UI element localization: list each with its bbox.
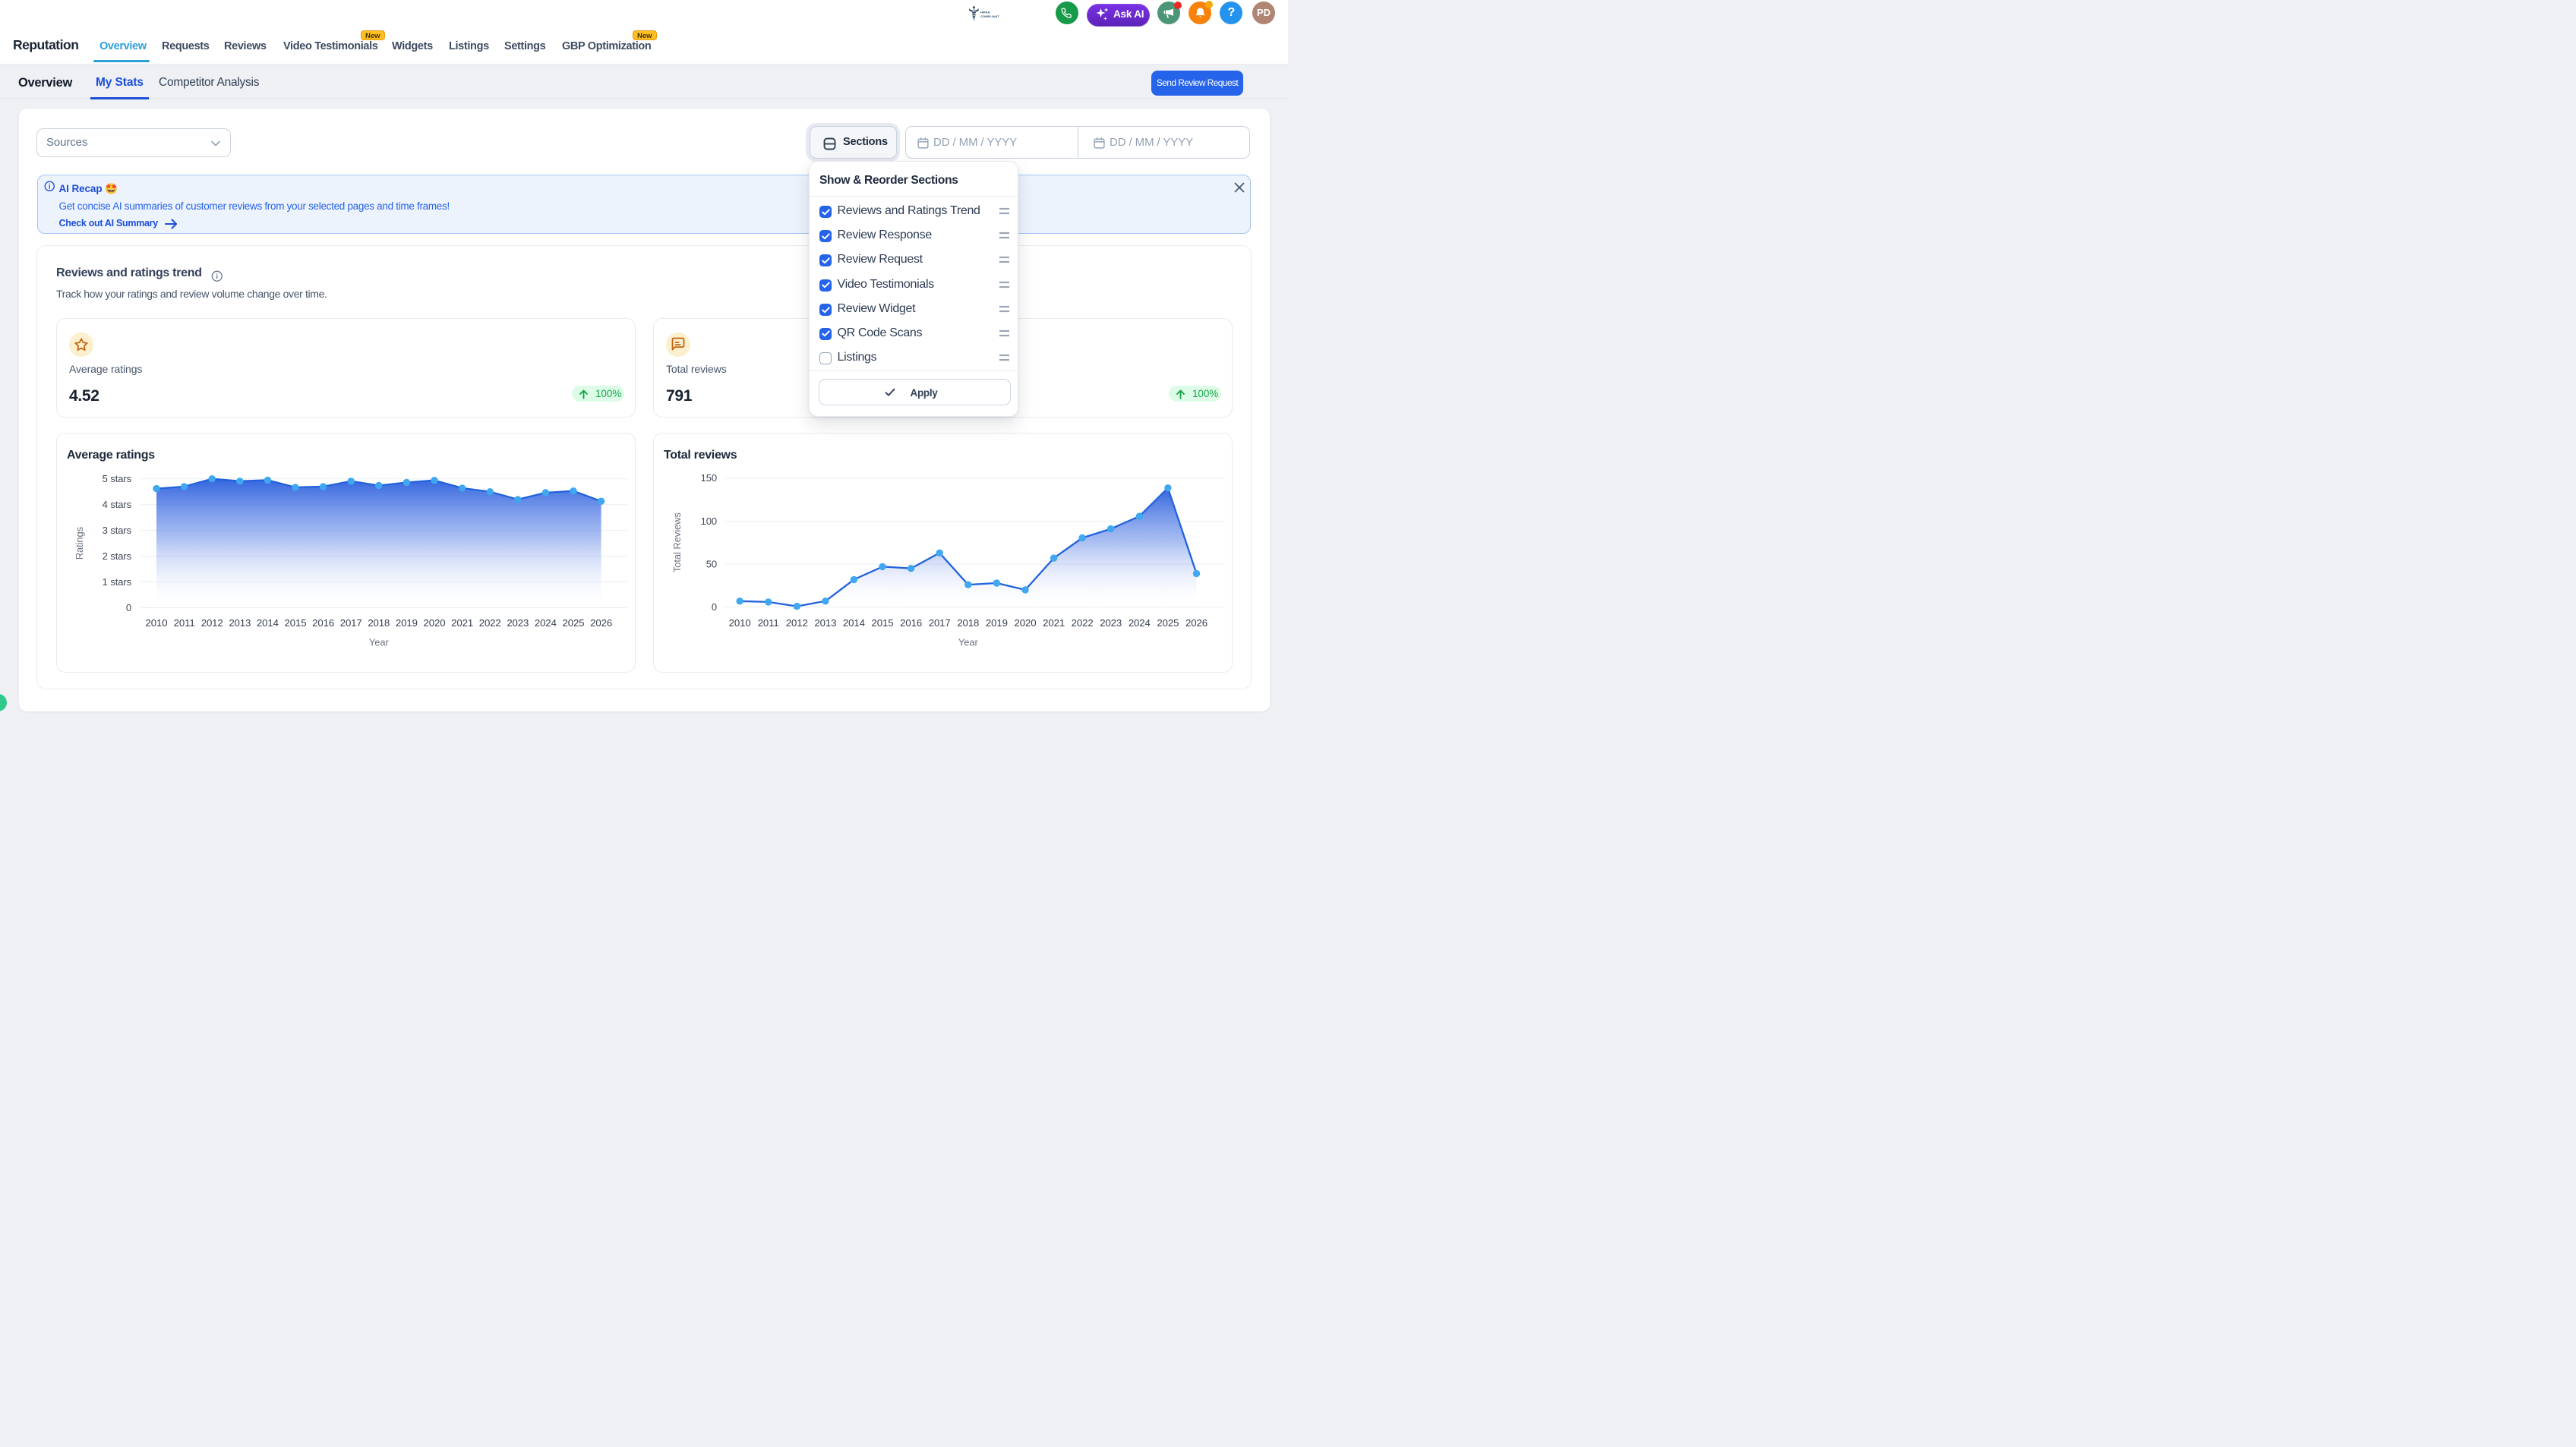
svg-text:2013: 2013 [229, 617, 251, 629]
svg-text:Year: Year [958, 637, 979, 648]
svg-text:2021: 2021 [1043, 617, 1065, 629]
svg-text:2016: 2016 [312, 617, 334, 629]
svg-text:2010: 2010 [146, 617, 168, 629]
svg-text:2026: 2026 [1185, 617, 1208, 629]
svg-text:150: 150 [701, 472, 717, 484]
svg-text:COMPLIANT: COMPLIANT [980, 14, 999, 18]
svg-text:2012: 2012 [201, 617, 223, 629]
svg-text:2010: 2010 [729, 617, 751, 629]
svg-text:0: 0 [126, 602, 131, 613]
svg-text:2019: 2019 [986, 617, 1008, 629]
svg-text:2020: 2020 [424, 617, 446, 629]
svg-text:2025: 2025 [1157, 617, 1179, 629]
svg-text:2018: 2018 [368, 617, 390, 629]
svg-text:2014: 2014 [257, 617, 279, 629]
svg-text:2023: 2023 [507, 617, 529, 629]
svg-text:4 stars: 4 stars [103, 499, 132, 510]
svg-text:Year: Year [369, 637, 390, 648]
svg-text:2011: 2011 [758, 617, 779, 629]
svg-text:HIPAA: HIPAA [980, 11, 990, 14]
svg-text:2013: 2013 [814, 617, 836, 629]
svg-text:2019: 2019 [396, 617, 418, 629]
svg-text:0: 0 [712, 601, 717, 613]
svg-text:2025: 2025 [563, 617, 585, 629]
svg-text:2015: 2015 [285, 617, 307, 629]
svg-text:2020: 2020 [1015, 617, 1037, 629]
svg-text:2 stars: 2 stars [103, 550, 132, 562]
svg-text:5 stars: 5 stars [103, 473, 132, 484]
svg-text:1 stars: 1 stars [103, 576, 132, 588]
svg-text:2023: 2023 [1100, 617, 1122, 629]
svg-text:2016: 2016 [900, 617, 922, 629]
svg-text:2017: 2017 [929, 617, 951, 629]
svg-text:2026: 2026 [590, 617, 612, 629]
svg-text:2017: 2017 [340, 617, 362, 629]
svg-text:100: 100 [701, 515, 717, 527]
svg-text:2015: 2015 [872, 617, 894, 629]
svg-text:2014: 2014 [843, 617, 865, 629]
svg-text:2021: 2021 [451, 617, 473, 629]
svg-text:2024: 2024 [1129, 617, 1151, 629]
svg-text:2011: 2011 [174, 617, 195, 629]
svg-text:Total Reviews: Total Reviews [671, 512, 683, 572]
svg-text:2022: 2022 [479, 617, 501, 629]
svg-text:2018: 2018 [957, 617, 979, 629]
svg-text:2022: 2022 [1072, 617, 1094, 629]
svg-text:50: 50 [706, 559, 717, 570]
svg-text:2012: 2012 [786, 617, 808, 629]
svg-text:Ratings: Ratings [74, 526, 85, 560]
svg-text:3 stars: 3 stars [103, 525, 132, 536]
svg-text:2024: 2024 [535, 617, 557, 629]
